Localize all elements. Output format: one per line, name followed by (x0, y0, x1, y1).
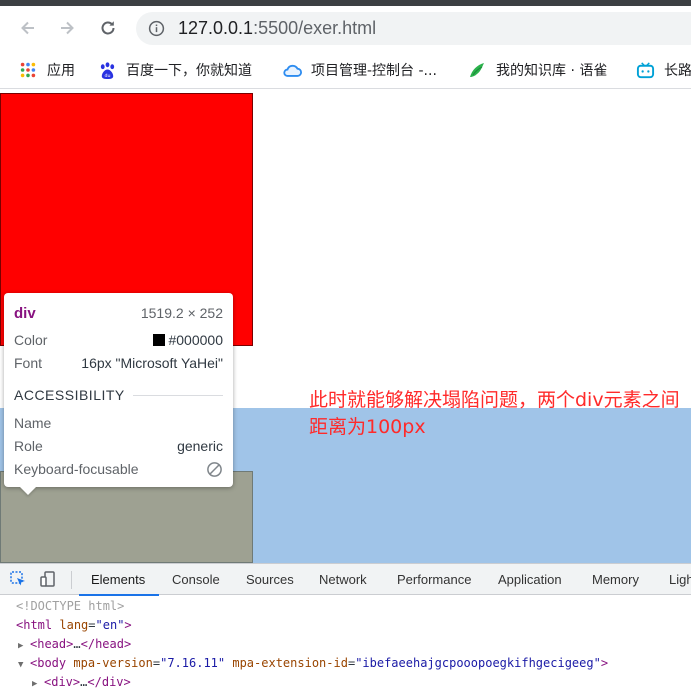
inspect-tooltip: div 1519.2 × 252 Color #000000 Font 16px… (4, 293, 233, 487)
bookmark-bilibili[interactable]: 长路 (635, 58, 691, 82)
attr-name: mpa-version (73, 656, 153, 670)
element-tag: div (14, 304, 36, 322)
baidu-paw-icon: du (97, 60, 117, 80)
not-allowed-icon (207, 461, 222, 477)
tab-application[interactable]: Application (498, 564, 562, 595)
cloud-icon (282, 60, 302, 80)
punc: > (600, 656, 609, 670)
dom-div-node[interactable]: ▶ <div>…</div> (32, 673, 131, 692)
url-text: 127.0.0.1:5500/exer.html (178, 18, 376, 39)
page-viewport: 此时就能够解决塌陷问题，两个div元素之间距离为100px div 1519.2… (0, 90, 691, 563)
toolbar-separator (71, 571, 72, 589)
attr-name: mpa-extension-id (232, 656, 348, 670)
url-path: :5500/exer.html (253, 18, 377, 38)
font-value: 16px "Microsoft YaHei" (81, 355, 223, 371)
tab-elements[interactable]: Elements (78, 564, 160, 596)
bookmark-label: 长路 (664, 63, 691, 79)
tooltip-color-row: Color #000000 (14, 330, 223, 350)
tooltip-header: div 1519.2 × 252 (14, 303, 223, 323)
punc: </ (80, 637, 96, 651)
tooltip-focusable-row: Keyboard-focusable (14, 459, 223, 479)
bookmark-label: 我的知识库 · 语雀 (496, 63, 608, 79)
dom-body-node[interactable]: ▼ <body mpa-version="7.16.11" mpa-extensi… (18, 654, 608, 673)
punc: = (152, 656, 161, 670)
tag-name: body (37, 656, 67, 670)
inspect-element-icon[interactable] (9, 570, 27, 588)
back-button[interactable] (14, 14, 42, 42)
tag-name: head (95, 637, 124, 651)
attr-value: "en" (95, 618, 125, 632)
role-value: generic (177, 438, 223, 454)
punc: </ (87, 675, 102, 689)
punc: > (123, 675, 131, 689)
element-dimensions: 1519.2 × 252 (140, 305, 223, 321)
tooltip-role-row: Role generic (14, 436, 223, 456)
punc: > (124, 618, 132, 632)
collapsed-ellipsis: … (73, 637, 81, 651)
bookmarks-bar: 应用 du 百度一下，你就知道 项目管理-控制台 -... 我的知识库 · 语雀… (0, 50, 691, 89)
tab-network[interactable]: Network (319, 564, 367, 595)
address-bar[interactable]: 127.0.0.1:5500/exer.html (136, 12, 691, 45)
name-label: Name (14, 415, 52, 431)
apps-grid-icon (18, 60, 38, 80)
devtools-panel: Elements Console Sources Network Perform… (0, 563, 691, 694)
punc: > (123, 637, 132, 651)
tag-name: head (37, 637, 67, 651)
tab-sources[interactable]: Sources (246, 564, 294, 595)
bookmark-project[interactable]: 项目管理-控制台 -... (282, 58, 437, 82)
tab-lighthouse[interactable]: Ligh (669, 564, 691, 595)
bookmark-yuque[interactable]: 我的知识库 · 语雀 (467, 58, 607, 82)
annotation-text: 此时就能够解决塌陷问题，两个div元素之间距离为100px (309, 389, 680, 438)
browser-toolbar: 127.0.0.1:5500/exer.html (0, 6, 691, 50)
role-label: Role (14, 438, 43, 454)
svg-text:du: du (104, 73, 110, 79)
tag-name: div (101, 675, 124, 689)
bookmark-label: 项目管理-控制台 -... (311, 63, 437, 79)
font-label: Font (14, 355, 43, 371)
attr-value: "7.16.11" (160, 656, 226, 670)
color-swatch (153, 334, 166, 346)
bookmark-baidu[interactable]: du 百度一下，你就知道 (97, 58, 252, 82)
tooltip-name-row: Name (14, 413, 223, 433)
arrow-left-icon (21, 21, 34, 35)
device-toolbar-icon[interactable] (39, 570, 57, 588)
yuque-bird-icon (467, 60, 487, 80)
reload-icon (101, 21, 115, 35)
accessibility-heading: ACCESSIBILITY (14, 387, 223, 403)
attr-value: "ibefaeehajgcpooopoegkifhgecigeeg" (355, 656, 601, 670)
punc: = (88, 618, 96, 632)
url-host: 127.0.0.1 (178, 18, 254, 38)
focusable-label: Keyboard-focusable (14, 461, 139, 477)
color-hex: #000000 (168, 332, 223, 348)
info-icon[interactable] (148, 20, 165, 37)
tab-memory[interactable]: Memory (592, 564, 639, 595)
bookmark-label: 百度一下，你就知道 (126, 63, 252, 79)
dom-doctype[interactable]: <!DOCTYPE html> (16, 597, 124, 616)
color-label: Color (14, 332, 48, 348)
attr-name: lang (59, 618, 89, 632)
bookmark-apps[interactable]: 应用 (18, 58, 75, 82)
accessibility-label: ACCESSIBILITY (14, 387, 125, 403)
color-value: #000000 (153, 332, 223, 348)
expand-triangle-icon[interactable]: ▶ (32, 675, 44, 694)
reload-button[interactable] (94, 14, 122, 42)
devtools-tabbar: Elements Console Sources Network Perform… (0, 564, 691, 596)
tab-performance[interactable]: Performance (397, 564, 471, 595)
dom-html-node[interactable]: <html lang="en"> (16, 616, 132, 635)
tab-console[interactable]: Console (172, 564, 220, 595)
bookmark-label: 应用 (47, 63, 75, 79)
doctype-text: <!DOCTYPE html> (16, 599, 125, 613)
dom-head-node[interactable]: ▶ <head>…</head> (18, 635, 131, 654)
tooltip-font-row: Font 16px "Microsoft YaHei" (14, 353, 223, 373)
bilibili-tv-icon (635, 60, 655, 80)
collapse-triangle-icon[interactable]: ▼ (18, 656, 30, 675)
arrow-right-icon (61, 21, 74, 35)
tag-name: html (23, 618, 53, 632)
section-divider (132, 394, 223, 396)
tag-name: div (51, 675, 73, 689)
forward-button[interactable] (53, 14, 81, 42)
